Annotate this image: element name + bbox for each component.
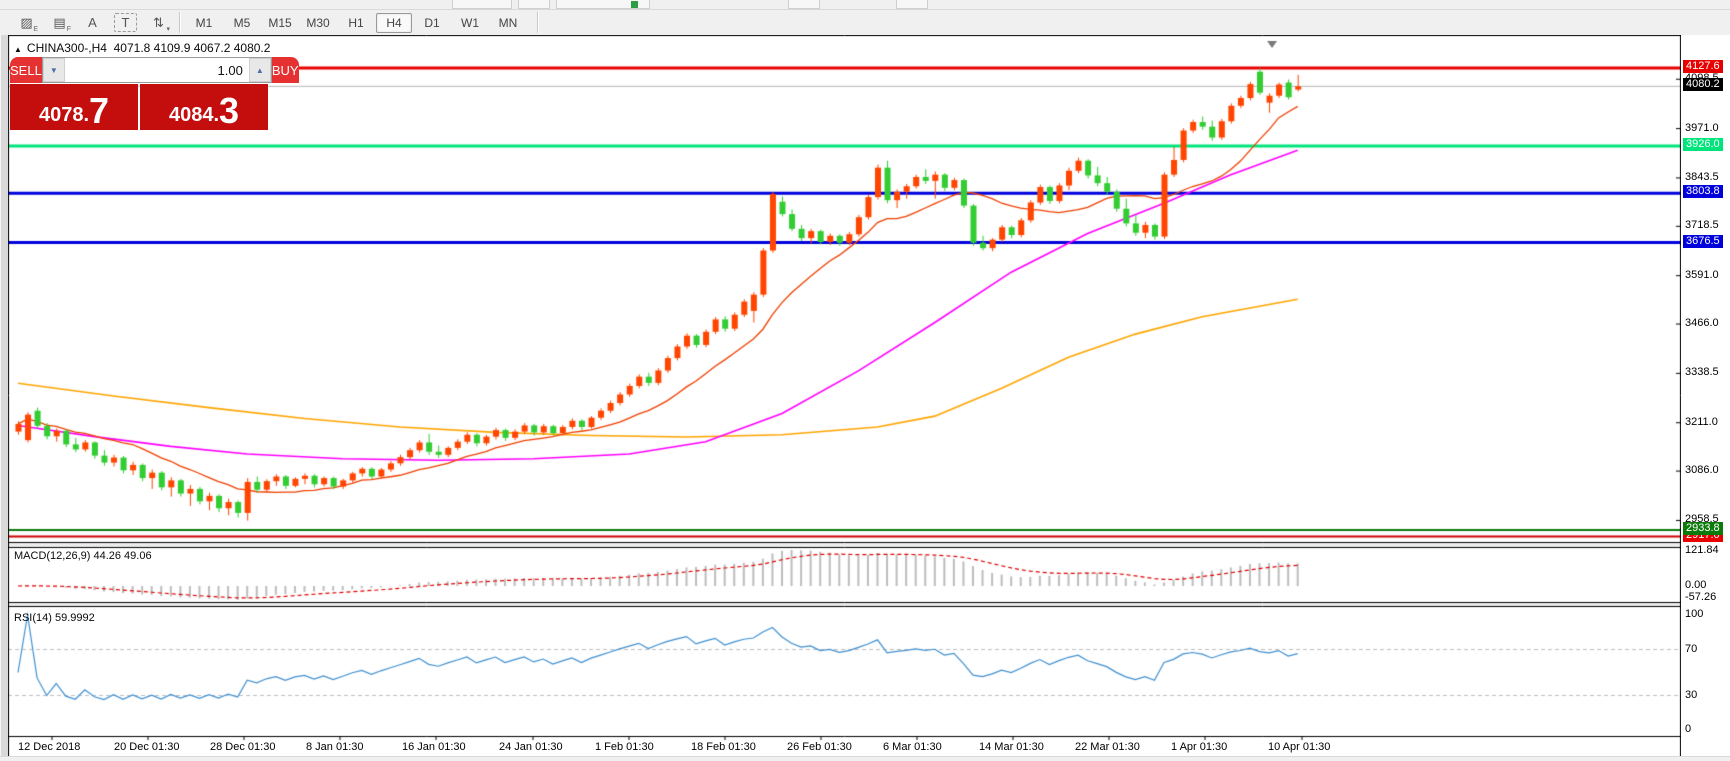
price-tick-label: 3086.0 — [1685, 464, 1719, 476]
time-axis-label[interactable]: 24 Jan 01:30 — [499, 741, 563, 753]
toolbar-fragment — [452, 0, 512, 9]
toolbar: ▨E ▤F A T ⇅▾ M1 M5 M15 M30 H1 H4 D1 W1 M… — [0, 10, 1730, 36]
sell-price-display[interactable]: 4078.7 — [10, 84, 138, 130]
one-click-trading-panel: SELL ▼ ▲ BUY 4078.7 4084.3 — [10, 57, 268, 130]
buy-price-main: 4084 — [169, 102, 214, 128]
time-axis-label[interactable]: 10 Apr 01:30 — [1268, 741, 1330, 753]
rsi-scale-label: 100 — [1685, 608, 1703, 620]
collapse-icon[interactable]: ▲ — [14, 45, 22, 54]
price-marker-3676.5: 3676.5 — [1683, 235, 1723, 248]
macd-scale-label: -57.26 — [1685, 591, 1716, 603]
timeframe-h4-button[interactable]: H4 — [376, 13, 412, 33]
timeframe-m30-button[interactable]: M30 — [300, 13, 336, 33]
price-marker-3926.0: 3926.0 — [1683, 138, 1723, 151]
timeframe-w1-button[interactable]: W1 — [452, 13, 488, 33]
macd-scale-label: 0.00 — [1685, 579, 1706, 591]
volume-decrease-icon[interactable]: ▼ — [43, 58, 65, 82]
timeframe-h1-button[interactable]: H1 — [338, 13, 374, 33]
sell-price-main: 4078 — [39, 102, 84, 128]
price-tick-label: 3591.0 — [1685, 269, 1719, 281]
arrows-tool-icon[interactable]: ⇅▾ — [144, 11, 173, 34]
price-marker-2933.8: 2933.8 — [1683, 522, 1723, 535]
price-tick-label: 3211.0 — [1685, 416, 1718, 428]
time-axis-label[interactable]: 1 Apr 01:30 — [1171, 741, 1227, 753]
toolbar-fragment — [518, 0, 550, 9]
trading-platform-window: ▨E ▤F A T ⇅▾ M1 M5 M15 M30 H1 H4 D1 W1 M… — [0, 0, 1730, 761]
time-axis-label[interactable]: 8 Jan 01:30 — [306, 741, 364, 753]
chart-canvas[interactable] — [8, 35, 1681, 756]
text-tool-icon[interactable]: A — [78, 11, 107, 34]
ohlc-readout: 4071.8 4109.9 4067.2 4080.2 — [114, 41, 271, 55]
channel-tool-icon[interactable]: ▨E — [12, 11, 41, 34]
toolbar-separator — [179, 12, 181, 33]
fibonacci-tool-icon[interactable]: ▤F — [45, 11, 74, 34]
price-tick-label: 3718.5 — [1685, 219, 1719, 231]
rsi-scale-label: 30 — [1685, 689, 1697, 701]
time-axis-label[interactable]: 20 Dec 01:30 — [114, 741, 179, 753]
volume-increase-icon[interactable]: ▲ — [249, 58, 271, 82]
price-tick-label: 3843.5 — [1685, 171, 1719, 183]
price-tick-label: 3971.0 — [1685, 122, 1719, 134]
label-tool-icon[interactable]: T — [114, 13, 137, 32]
clipped-toolbar-row — [0, 0, 1730, 10]
macd-indicator-label: MACD(12,26,9) 44.26 49.06 — [14, 550, 152, 562]
timeframe-m15-button[interactable]: M15 — [262, 13, 298, 33]
toolbar-separator — [537, 12, 539, 33]
volume-input[interactable] — [65, 58, 249, 82]
sell-price-pips: 7 — [89, 94, 109, 128]
window-bottom-edge — [0, 756, 1730, 761]
time-axis-label[interactable]: 14 Mar 01:30 — [979, 741, 1044, 753]
timeframe-m1-button[interactable]: M1 — [186, 13, 222, 33]
toolbar-fragment — [788, 0, 820, 9]
macd-scale-label: 121.84 — [1685, 544, 1719, 556]
price-tick-label: 3466.0 — [1685, 317, 1719, 329]
volume-control: ▼ ▲ — [42, 57, 272, 83]
time-axis-label[interactable]: 6 Mar 01:30 — [883, 741, 942, 753]
time-axis-label[interactable]: 28 Dec 01:30 — [210, 741, 275, 753]
buy-price-pips: 3 — [219, 94, 239, 128]
rsi-scale-label: 70 — [1685, 643, 1697, 655]
time-axis-label[interactable]: 22 Mar 01:30 — [1075, 741, 1140, 753]
toolbar-fragment — [896, 0, 928, 9]
buy-price-display[interactable]: 4084.3 — [140, 84, 268, 130]
price-axis[interactable]: 4098.53971.03843.53718.53591.03466.03338… — [1681, 35, 1730, 756]
timeframe-mn-button[interactable]: MN — [490, 13, 526, 33]
timeframe-m5-button[interactable]: M5 — [224, 13, 260, 33]
time-axis-label[interactable]: 26 Feb 01:30 — [787, 741, 852, 753]
price-marker-3803.8: 3803.8 — [1683, 185, 1723, 198]
buy-button[interactable]: BUY — [272, 57, 299, 83]
timeframe-d1-button[interactable]: D1 — [414, 13, 450, 33]
time-axis-label[interactable]: 12 Dec 2018 — [18, 741, 80, 753]
chart-title: ▲ CHINA300-,H4 4071.8 4109.9 4067.2 4080.… — [14, 41, 270, 55]
sell-button[interactable]: SELL — [10, 57, 42, 83]
price-tick-label: 3338.5 — [1685, 366, 1719, 378]
symbol-period-label: CHINA300-,H4 — [27, 41, 107, 55]
price-marker-4127.6: 4127.6 — [1683, 60, 1723, 73]
rsi-scale-label: 0 — [1685, 723, 1691, 735]
chart-area[interactable] — [8, 35, 1681, 756]
price-marker-4080.2: 4080.2 — [1683, 78, 1723, 91]
time-axis-label[interactable]: 1 Feb 01:30 — [595, 741, 654, 753]
rsi-indicator-label: RSI(14) 59.9992 — [14, 612, 95, 624]
time-axis-label[interactable]: 18 Feb 01:30 — [691, 741, 756, 753]
time-axis-label[interactable]: 16 Jan 01:30 — [402, 741, 466, 753]
toolbar-fragment-green-icon — [631, 1, 638, 8]
